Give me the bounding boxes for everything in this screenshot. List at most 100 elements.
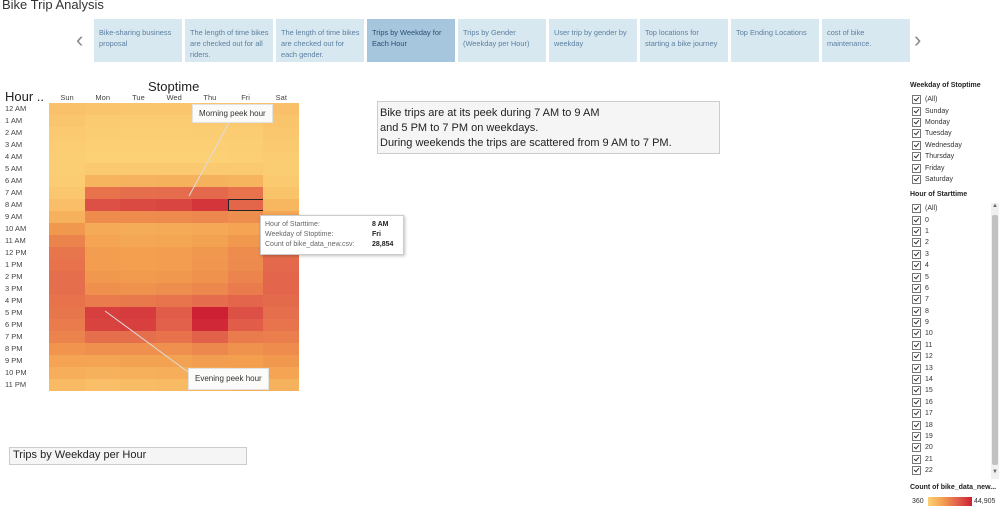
checkbox-checked-icon[interactable]: [912, 375, 921, 385]
heatmap-cell[interactable]: [156, 223, 193, 235]
heatmap-cell[interactable]: [156, 175, 193, 187]
heatmap-cell[interactable]: [120, 343, 157, 355]
checkbox-checked-icon[interactable]: [912, 272, 921, 282]
story-point-8[interactable]: Top Ending Locations: [731, 19, 819, 62]
heatmap-cell[interactable]: [156, 211, 193, 223]
weekday-filter-option[interactable]: Saturday: [912, 174, 962, 185]
heatmap-cell[interactable]: [84, 343, 121, 355]
heatmap-cell[interactable]: [49, 379, 85, 391]
heatmap-cell[interactable]: [84, 199, 121, 211]
heatmap-cell[interactable]: [49, 247, 85, 259]
heatmap-cell[interactable]: [49, 103, 85, 115]
hour-filter-option[interactable]: 10: [912, 328, 992, 339]
heatmap-cell[interactable]: [227, 307, 264, 319]
heatmap-cell[interactable]: [49, 355, 85, 367]
hour-filter-option[interactable]: 20: [912, 442, 992, 453]
heatmap-cell[interactable]: [49, 151, 85, 163]
heatmap-cell[interactable]: [227, 151, 264, 163]
heatmap-cell[interactable]: [156, 199, 193, 211]
hour-filter-option[interactable]: 2: [912, 237, 992, 248]
story-point-6[interactable]: User trip by gender by weekday: [549, 19, 637, 62]
heatmap-cell[interactable]: [49, 211, 85, 223]
heatmap-cell[interactable]: [120, 223, 157, 235]
heatmap-cell[interactable]: [227, 271, 264, 283]
checkbox-checked-icon[interactable]: [912, 420, 921, 430]
heatmap-cell[interactable]: [156, 307, 193, 319]
heatmap-cell[interactable]: [227, 247, 264, 259]
heatmap-cell[interactable]: [227, 283, 264, 295]
heatmap-cell[interactable]: [84, 235, 121, 247]
weekday-filter-option[interactable]: Monday: [912, 117, 962, 128]
checkbox-checked-icon[interactable]: [912, 397, 921, 407]
checkbox-checked-icon[interactable]: [912, 318, 921, 328]
story-point-3[interactable]: The length of time bikes are checked out…: [276, 19, 364, 62]
weekday-filter-option[interactable]: Friday: [912, 162, 962, 173]
heatmap-cell[interactable]: [263, 199, 300, 211]
weekday-filter-option[interactable]: Sunday: [912, 105, 962, 116]
heatmap-cell[interactable]: [263, 295, 300, 307]
heatmap-cell[interactable]: [84, 283, 121, 295]
heatmap-cell[interactable]: [120, 139, 157, 151]
heatmap-cell[interactable]: [263, 259, 300, 271]
story-point-7[interactable]: Top locations for starting a bike journe…: [640, 19, 728, 62]
checkbox-checked-icon[interactable]: [912, 340, 921, 350]
heatmap-cell[interactable]: [156, 319, 193, 331]
heatmap-cell[interactable]: [263, 127, 300, 139]
heatmap-cell[interactable]: [227, 211, 264, 223]
checkbox-checked-icon[interactable]: [912, 306, 921, 316]
story-point-1[interactable]: Bike-sharing business proposal: [94, 19, 182, 62]
checkbox-checked-icon[interactable]: [912, 329, 921, 339]
heatmap-cell[interactable]: [156, 343, 193, 355]
heatmap-cell[interactable]: [84, 367, 121, 379]
hour-filter-option[interactable]: (All): [912, 203, 992, 214]
hour-filter-option[interactable]: 17: [912, 408, 992, 419]
checkbox-checked-icon[interactable]: [912, 129, 921, 139]
heatmap-cell[interactable]: [84, 187, 121, 199]
hour-filter-option[interactable]: 22: [912, 465, 992, 476]
heatmap-cell[interactable]: [120, 115, 157, 127]
checkbox-checked-icon[interactable]: [912, 106, 921, 116]
heatmap-cell[interactable]: [191, 187, 228, 199]
heatmap-cell[interactable]: [227, 343, 264, 355]
hour-filter-option[interactable]: 0: [912, 214, 992, 225]
checkbox-checked-icon[interactable]: [912, 386, 921, 396]
heatmap-cell[interactable]: [156, 271, 193, 283]
heatmap-cell[interactable]: [120, 163, 157, 175]
chevron-left-icon[interactable]: ‹: [76, 29, 83, 51]
heatmap-cell[interactable]: [49, 367, 85, 379]
checkbox-checked-icon[interactable]: [912, 295, 921, 305]
checkbox-checked-icon[interactable]: [912, 432, 921, 441]
heatmap-cell[interactable]: [49, 283, 85, 295]
heatmap-cell[interactable]: [120, 379, 157, 391]
checkbox-checked-icon[interactable]: [912, 117, 921, 127]
checkbox-checked-icon[interactable]: [912, 174, 921, 184]
heatmap-cell[interactable]: [227, 139, 264, 151]
heatmap-cell[interactable]: [227, 355, 264, 367]
heatmap-cell[interactable]: [191, 283, 228, 295]
heatmap-cell[interactable]: [156, 379, 193, 391]
checkbox-checked-icon[interactable]: [912, 238, 921, 248]
heatmap-cell[interactable]: [156, 187, 193, 199]
heatmap-cell[interactable]: [191, 211, 228, 223]
heatmap-cell[interactable]: [156, 115, 193, 127]
hour-filter-option[interactable]: 21: [912, 454, 992, 465]
heatmap-cell[interactable]: [84, 295, 121, 307]
heatmap-cell[interactable]: [84, 331, 121, 343]
heatmap-cell[interactable]: [49, 163, 85, 175]
heatmap-cell[interactable]: [49, 331, 85, 343]
checkbox-checked-icon[interactable]: [912, 363, 921, 373]
hour-filter-option[interactable]: 18: [912, 419, 992, 430]
checkbox-checked-icon[interactable]: [912, 140, 921, 150]
heatmap-cell[interactable]: [84, 151, 121, 163]
heatmap-cell[interactable]: [49, 319, 85, 331]
heatmap-cell[interactable]: [84, 115, 121, 127]
hour-filter-option[interactable]: 14: [912, 374, 992, 385]
heatmap-cell[interactable]: [191, 163, 228, 175]
heatmap-cell[interactable]: [263, 271, 300, 283]
hour-filter-option[interactable]: 8: [912, 306, 992, 317]
heatmap-cell[interactable]: [156, 235, 193, 247]
heatmap-cell[interactable]: [120, 235, 157, 247]
heatmap-cell[interactable]: [49, 259, 85, 271]
heatmap-cell[interactable]: [49, 271, 85, 283]
heatmap-cell[interactable]: [84, 223, 121, 235]
